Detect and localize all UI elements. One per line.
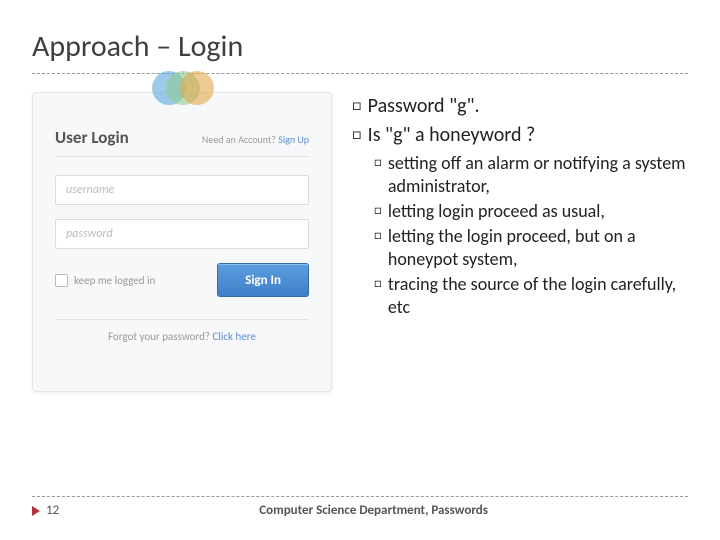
sub-bullet-1: □ setting off an alarm or notifying a sy… <box>374 152 688 198</box>
footer-text: Computer Science Department, Passwords <box>59 503 688 518</box>
square-bullet-icon: □ <box>352 94 362 119</box>
bullet-1-text: Password "g". <box>368 94 480 119</box>
square-bullet-icon: □ <box>374 152 382 198</box>
signup-prompt: Need an Account? Sign Up <box>202 133 309 146</box>
username-field[interactable]: username <box>55 175 309 205</box>
page-number: 12 <box>32 503 59 518</box>
sub-bullet-1-text: setting off an alarm or notifying a syst… <box>388 152 688 198</box>
title-divider <box>32 73 688 74</box>
bullet-2-text: Is "g" a honeyword ? <box>368 123 536 148</box>
sub-bullet-4: □ tracing the source of the login carefu… <box>374 273 688 319</box>
venn-logo <box>152 71 212 101</box>
forgot-password: Forgot your password? Click here <box>55 330 309 343</box>
signup-prefix: Need an Account? <box>202 133 276 146</box>
bullet-1: □ Password "g". <box>352 94 688 119</box>
keep-logged-in[interactable]: keep me logged in <box>55 274 155 287</box>
square-bullet-icon: □ <box>352 123 362 148</box>
slide-title: Approach – Login <box>32 28 688 65</box>
panel-title: User Login <box>55 127 129 148</box>
sub-bullet-3: □ letting the login proceed, but on a ho… <box>374 225 688 271</box>
bullet-area: □ Password "g". □ Is "g" a honeyword ? □… <box>352 92 688 392</box>
page-number-text: 12 <box>46 503 59 518</box>
checkbox-icon[interactable] <box>55 274 68 287</box>
square-bullet-icon: □ <box>374 273 382 319</box>
signin-button[interactable]: Sign In <box>217 263 309 297</box>
triangle-icon <box>32 506 40 516</box>
square-bullet-icon: □ <box>374 225 382 271</box>
sub-bullet-3-text: letting the login proceed, but on a hone… <box>388 225 688 271</box>
keep-label: keep me logged in <box>74 274 155 287</box>
sub-bullet-2: □ letting login proceed as usual, <box>374 200 688 223</box>
signup-link[interactable]: Sign Up <box>278 133 309 146</box>
bullet-2: □ Is "g" a honeyword ? <box>352 123 688 148</box>
password-field[interactable]: password <box>55 219 309 249</box>
sub-bullet-4-text: tracing the source of the login carefull… <box>388 273 688 319</box>
sub-bullet-2-text: letting login proceed as usual, <box>388 200 605 223</box>
footer: 12 Computer Science Department, Password… <box>32 496 688 518</box>
forgot-link[interactable]: Click here <box>212 330 255 343</box>
footer-divider <box>32 496 688 497</box>
login-panel: User Login Need an Account? Sign Up user… <box>32 92 332 392</box>
panel-divider-1 <box>55 156 309 157</box>
panel-divider-2 <box>55 319 309 320</box>
square-bullet-icon: □ <box>374 200 382 223</box>
forgot-prefix: Forgot your password? <box>108 330 210 343</box>
